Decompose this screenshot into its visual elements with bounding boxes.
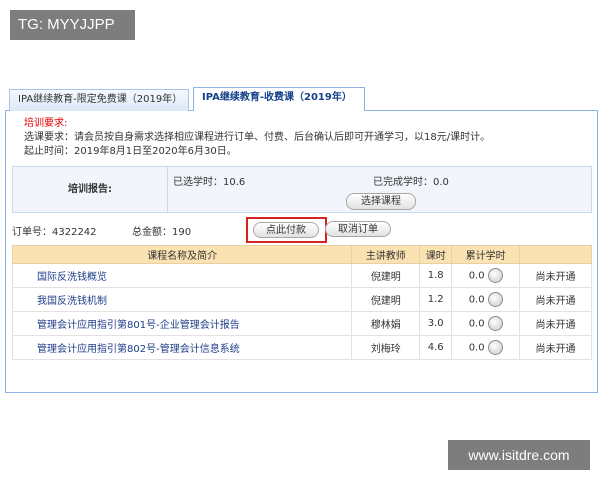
accum-cell: 0.0 [451, 311, 521, 336]
tab-bar: IPA继续教育-限定免费课（2019年） IPA继续教育-收费课（2019年） [5, 87, 598, 112]
progress-radio-icon[interactable] [487, 268, 503, 283]
col-status [519, 245, 592, 264]
course-table: 课程名称及简介 主讲教师 课时 累计学时 国际反洗钱概览 倪建明 1.8 0.0… [11, 245, 592, 360]
order-amount: 总金额：190 [132, 227, 192, 238]
pay-button[interactable]: 点此付款 [253, 222, 319, 238]
accum-value: 0.0 [468, 342, 485, 354]
course-name-link[interactable]: 管理会计应用指引第802号-管理会计信息系统 [11, 335, 353, 360]
teacher-cell: 倪建明 [351, 287, 421, 312]
progress-radio-icon[interactable] [487, 292, 503, 307]
requirements: 培训要求: 选课要求：请会员按自身需求选择相应课程进行订单、付费、后台确认后即可… [24, 117, 490, 159]
col-course-name: 课程名称及简介 [11, 245, 353, 264]
hours-cell: 1.8 [419, 263, 453, 288]
accum-value: 0.0 [468, 318, 485, 330]
status-cell: 尚未开通 [519, 287, 592, 312]
teacher-cell: 穆林娟 [351, 311, 421, 336]
order-number: 订单号：4322242 [12, 227, 97, 238]
watermark-bottom: www.isitdre.com [448, 440, 590, 470]
completed-hours: 已完成学时：0.0 [373, 177, 449, 188]
teacher-cell: 刘梅玲 [351, 335, 421, 360]
accum-cell: 0.0 [451, 335, 521, 360]
period-line: 起止时间：2019年8月1日至2020年6月30日。 [24, 146, 237, 157]
table-row: 管理会计应用指引第801号-企业管理会计报告 穆林娟 3.0 0.0 尚未开通 [11, 311, 592, 336]
hours-cell: 4.6 [419, 335, 453, 360]
tab-paid-courses[interactable]: IPA继续教育-收费课（2019年） [193, 87, 365, 112]
hours-cell: 1.2 [419, 287, 453, 312]
choose-course-button[interactable]: 选择课程 [346, 193, 416, 210]
teacher-cell: 倪建明 [351, 263, 421, 288]
status-cell: 尚未开通 [519, 311, 592, 336]
table-header-row: 课程名称及简介 主讲教师 课时 累计学时 [11, 245, 592, 264]
status-cell: 尚未开通 [519, 263, 592, 288]
watermark-top: TG: MYYJJPP [10, 10, 135, 40]
col-accum-hours: 累计学时 [451, 245, 521, 264]
course-name-link[interactable]: 国际反洗钱概览 [11, 263, 353, 288]
accum-cell: 0.0 [451, 287, 521, 312]
col-teacher: 主讲教师 [351, 245, 421, 264]
cancel-order-button[interactable]: 取消订单 [325, 221, 391, 237]
training-report: 培训报告: 已选学时：10.6 已完成学时：0.0 选择课程 [12, 166, 592, 213]
tab-free-courses[interactable]: IPA继续教育-限定免费课（2019年） [9, 89, 189, 111]
col-hours: 课时 [419, 245, 453, 264]
accum-value: 0.0 [468, 270, 485, 282]
table-row: 管理会计应用指引第802号-管理会计信息系统 刘梅玲 4.6 0.0 尚未开通 [11, 335, 592, 360]
progress-radio-icon[interactable] [487, 340, 503, 355]
order-bar: 订单号：4322242 总金额：190 点此付款 取消订单 [12, 217, 592, 243]
table-row: 我国反洗钱机制 倪建明 1.2 0.0 尚未开通 [11, 287, 592, 312]
course-panel: 培训要求: 选课要求：请会员按自身需求选择相应课程进行订单、付费、后台确认后即可… [5, 111, 598, 393]
table-row: 国际反洗钱概览 倪建明 1.8 0.0 尚未开通 [11, 263, 592, 288]
status-cell: 尚未开通 [519, 335, 592, 360]
requirements-line: 选课要求：请会员按自身需求选择相应课程进行订单、付费、后台确认后即可开通学习，以… [24, 132, 491, 143]
accum-value: 0.0 [468, 294, 485, 306]
progress-radio-icon[interactable] [487, 316, 503, 331]
accum-cell: 0.0 [451, 263, 521, 288]
report-label: 培训报告: [13, 167, 168, 212]
requirements-heading: 培训要求: [24, 118, 68, 129]
hours-cell: 3.0 [419, 311, 453, 336]
course-name-link[interactable]: 我国反洗钱机制 [11, 287, 353, 312]
pay-button-highlight: 点此付款 [246, 217, 327, 243]
selected-hours: 已选学时：10.6 [173, 177, 246, 188]
course-name-link[interactable]: 管理会计应用指引第801号-企业管理会计报告 [11, 311, 353, 336]
